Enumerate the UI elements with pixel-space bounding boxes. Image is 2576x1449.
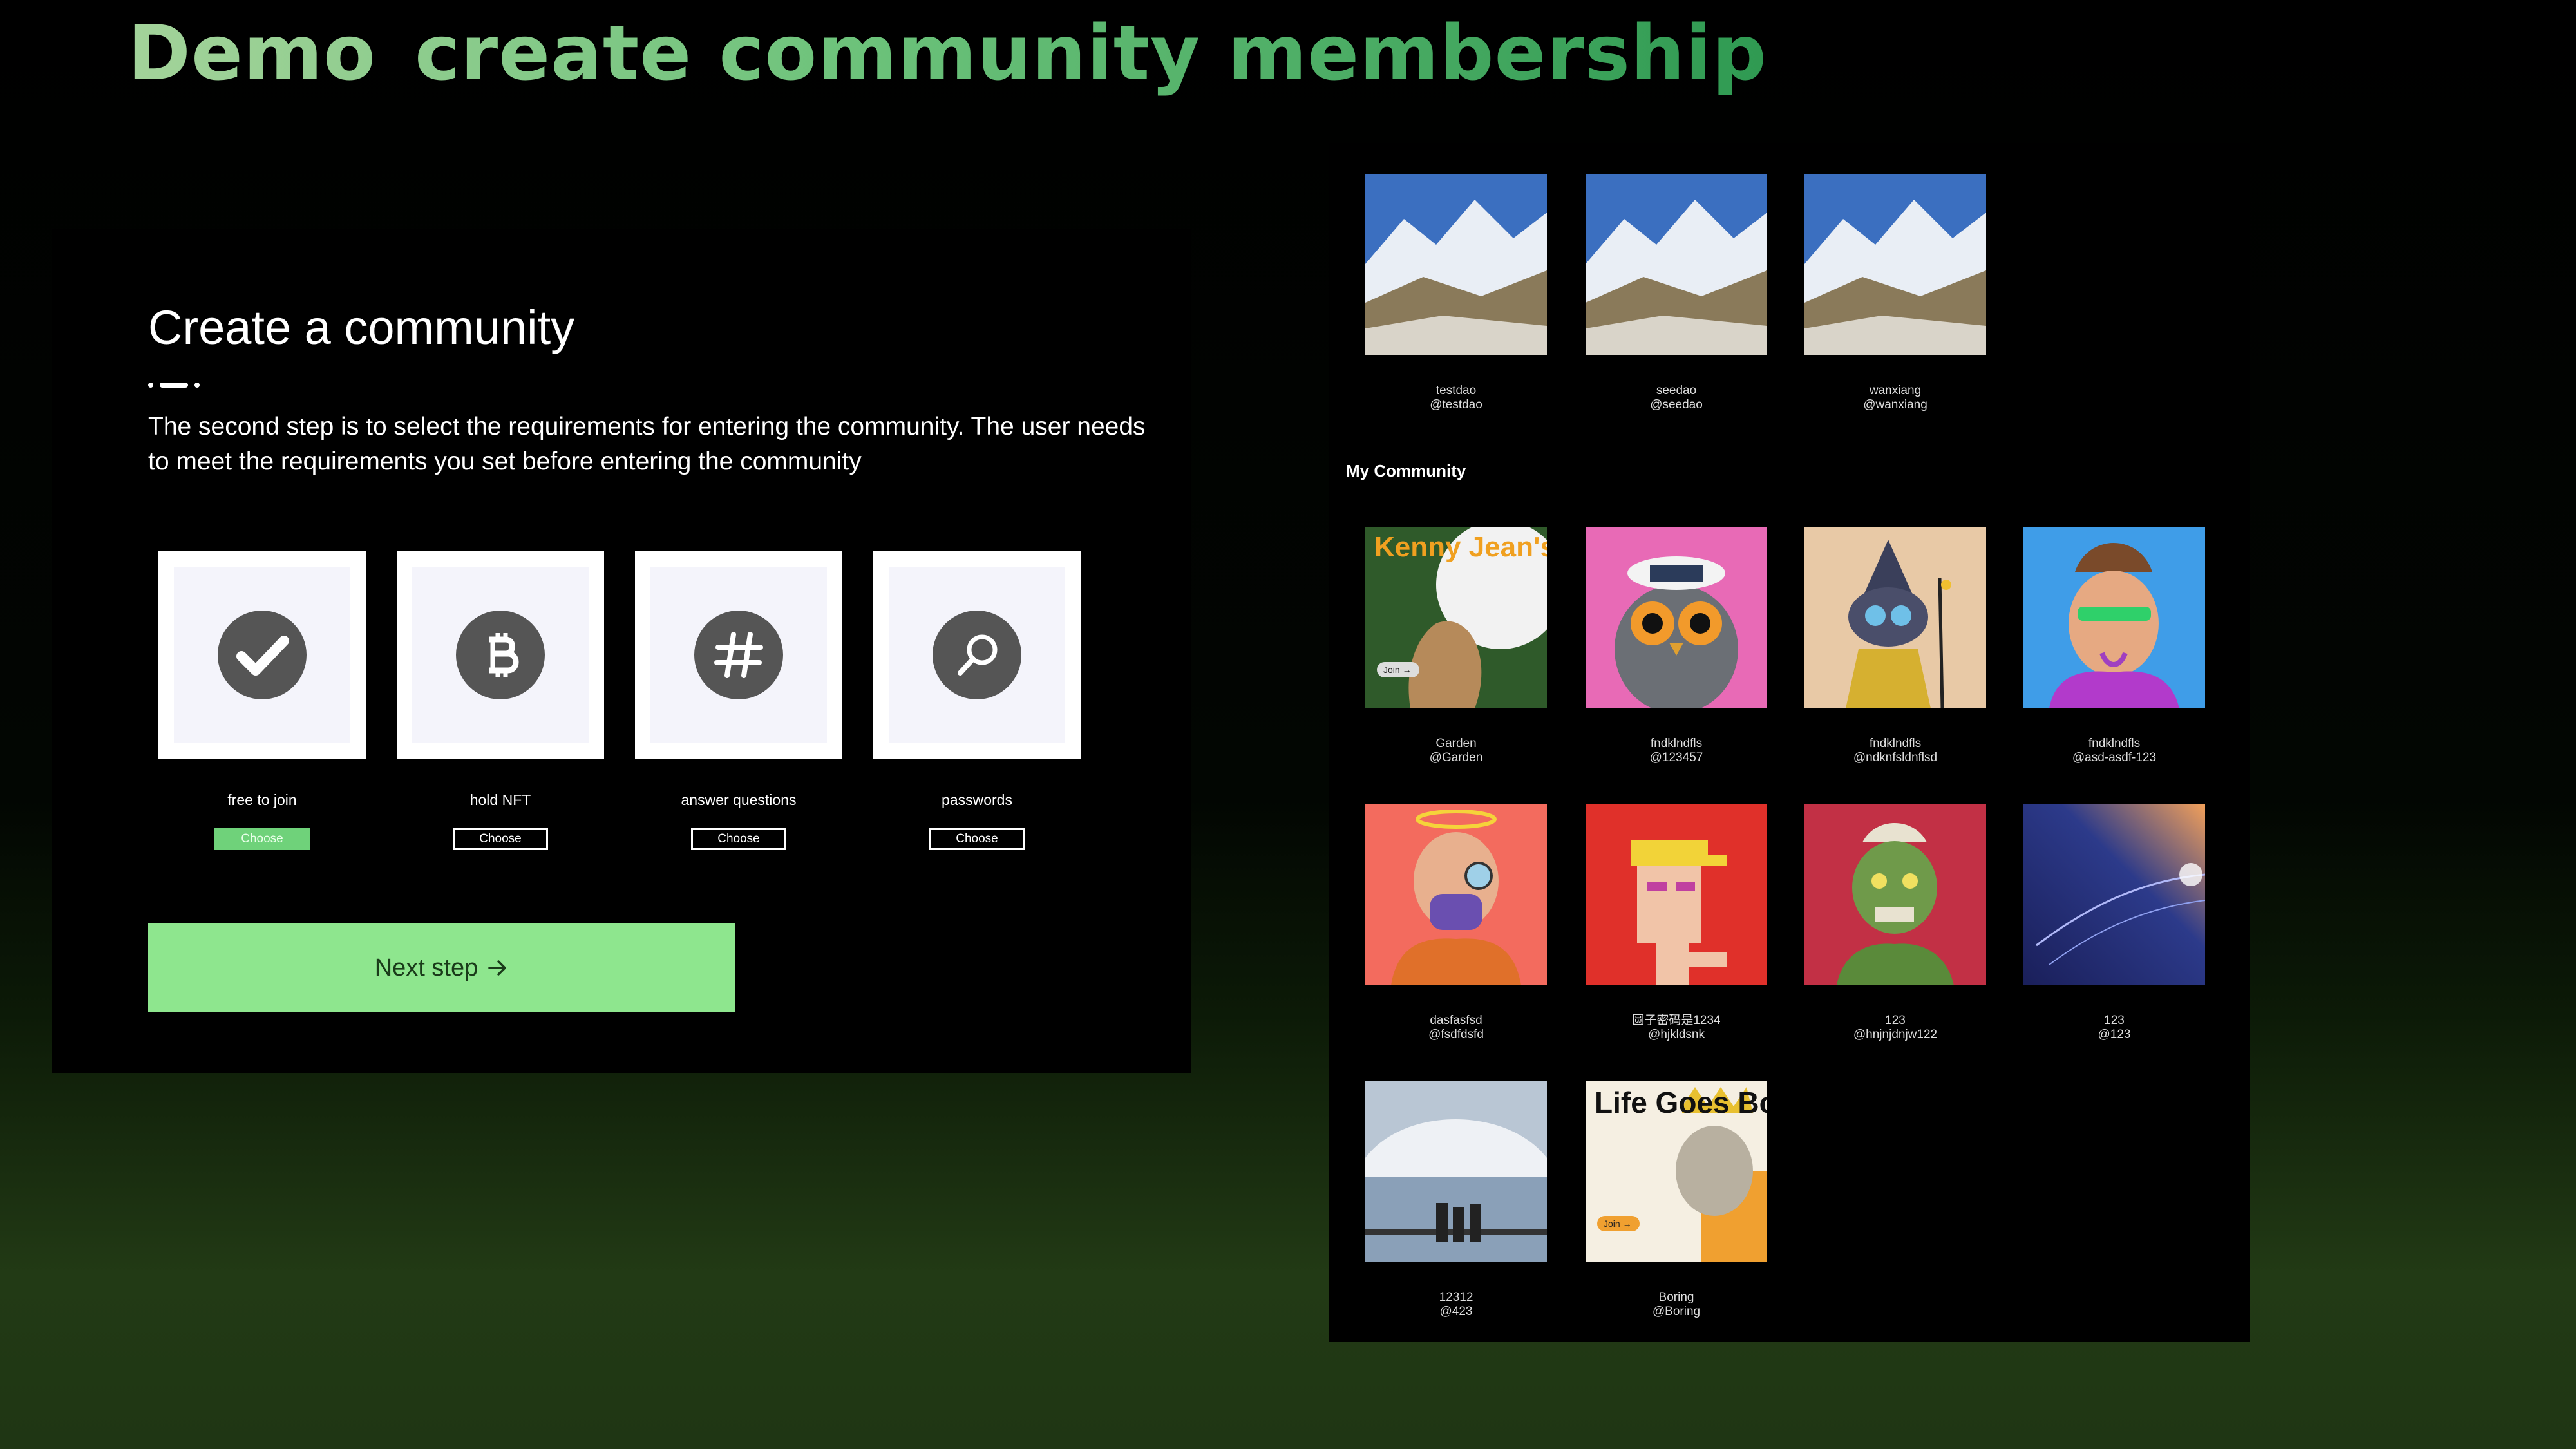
check-icon — [236, 636, 289, 676]
community-avatar[interactable] — [1365, 1081, 1547, 1262]
option-label: passwords — [942, 791, 1012, 808]
community-card[interactable]: 12312 @423 — [1365, 1081, 1547, 1319]
community-handle: @Garden — [1429, 751, 1483, 764]
community-handle: @hnjnjdnjw122 — [1853, 1028, 1938, 1041]
option-label: free to join — [227, 791, 297, 808]
option-free-to-join[interactable]: free to join Choose — [158, 551, 366, 850]
option-label: hold NFT — [469, 791, 531, 808]
community-avatar[interactable]: Life Goes Boring Join → — [1586, 1081, 1767, 1262]
choose-hold-nft-button[interactable]: Choose — [453, 828, 548, 850]
community-name: fndklndfls — [1650, 737, 1703, 750]
community-card[interactable]: seedao @seedao — [1586, 174, 1767, 412]
community-handle: @wanxiang — [1863, 398, 1927, 412]
garden-art-text: Kenny Jean's Garden — [1374, 531, 1547, 563]
option-answer-questions[interactable]: answer questions Choose — [635, 551, 842, 850]
community-avatar[interactable]: Kenny Jean's Garden Join → — [1365, 527, 1547, 708]
community-name: 123 — [2104, 1014, 2125, 1027]
community-name: 圆子密码是1234 — [1632, 1014, 1721, 1027]
page-title: Demo create community membership — [128, 8, 1767, 97]
community-avatar[interactable] — [1804, 804, 1986, 985]
option-label: answer questions — [681, 791, 797, 808]
community-handle: @seedao — [1650, 398, 1703, 412]
hashtag-icon — [714, 632, 763, 678]
community-avatar[interactable] — [1586, 804, 1767, 985]
option-hold-nft[interactable]: hold NFT Choose — [397, 551, 604, 850]
boring-art-text: Life Goes Boring — [1595, 1086, 1767, 1119]
community-avatar[interactable] — [1586, 527, 1767, 708]
community-name: testdao — [1435, 384, 1477, 397]
community-name: dasfasfsd — [1430, 1014, 1482, 1027]
community-name: fndklndfls — [2088, 737, 2141, 750]
community-card[interactable]: wanxiang @wanxiang — [1804, 174, 1986, 412]
step-indicator — [148, 383, 206, 388]
community-handle: @123457 — [1649, 751, 1703, 764]
community-handle: @ndknfsldnflsd — [1853, 751, 1938, 764]
community-handle: @fsdfdsfd — [1428, 1028, 1484, 1041]
search-icon — [958, 634, 998, 676]
boring-join-label: Join → — [1604, 1218, 1632, 1229]
option-tile[interactable] — [873, 551, 1081, 759]
bitcoin-icon — [489, 633, 519, 677]
create-community-panel: Create a community The second step is to… — [52, 229, 1191, 1073]
community-handle: @423 — [1439, 1305, 1473, 1318]
community-card[interactable]: testdao @testdao — [1365, 174, 1547, 412]
panel-heading: Create a community — [148, 301, 575, 354]
arrow-right-icon — [488, 960, 507, 976]
community-card[interactable]: 123 @hnjnjdnjw122 — [1804, 804, 1986, 1042]
next-step-button[interactable]: Next step — [148, 923, 735, 1012]
community-handle: @testdao — [1430, 398, 1482, 412]
community-handle: @hjkldsnk — [1648, 1028, 1705, 1041]
community-name: Garden — [1435, 737, 1477, 750]
community-handle: @Boring — [1652, 1305, 1701, 1318]
option-tile[interactable] — [635, 551, 842, 759]
option-tile[interactable] — [158, 551, 366, 759]
community-card[interactable]: fndklndfls @123457 — [1586, 527, 1767, 765]
community-name: seedao — [1656, 384, 1697, 397]
community-handle: @asd-asdf-123 — [2072, 751, 2157, 764]
community-name: wanxiang — [1869, 384, 1922, 397]
community-list-panel: testdao @testdao seedao @seedao wanxiang… — [1329, 143, 2250, 1342]
option-tile[interactable] — [397, 551, 604, 759]
community-card[interactable]: dasfasfsd @fsdfdsfd — [1365, 804, 1547, 1042]
option-passwords[interactable]: passwords Choose — [873, 551, 1081, 850]
my-community-heading: My Community — [1346, 461, 1466, 480]
community-card[interactable]: Kenny Jean's Garden Join → Garden @Garde… — [1365, 527, 1547, 765]
community-name: 12312 — [1439, 1291, 1473, 1304]
community-avatar[interactable] — [1804, 527, 1986, 708]
community-avatar[interactable] — [1365, 804, 1547, 985]
community-name: Boring — [1658, 1291, 1694, 1304]
panel-description: The second step is to select the require… — [148, 413, 1146, 475]
community-avatar[interactable] — [1365, 174, 1547, 355]
choose-answer-questions-button[interactable]: Choose — [691, 828, 786, 850]
community-name: 123 — [1885, 1014, 1906, 1027]
community-avatar[interactable] — [1586, 174, 1767, 355]
next-step-label: Next step — [374, 954, 478, 981]
community-card[interactable]: fndklndfls @asd-asdf-123 — [2023, 527, 2205, 765]
community-name: fndklndfls — [1869, 737, 1922, 750]
community-card[interactable]: 123 @123 — [2023, 804, 2205, 1042]
community-handle: @123 — [2098, 1028, 2131, 1041]
community-avatar[interactable] — [1804, 174, 1986, 355]
community-avatar[interactable] — [2023, 804, 2205, 985]
community-card[interactable]: fndklndfls @ndknfsldnflsd — [1804, 527, 1986, 765]
choose-passwords-button[interactable]: Choose — [929, 828, 1025, 850]
choose-free-to-join-button[interactable]: Choose — [214, 828, 310, 850]
community-avatar[interactable] — [2023, 527, 2205, 708]
community-card[interactable]: 圆子密码是1234 @hjkldsnk — [1586, 804, 1767, 1042]
garden-join-label: Join → — [1383, 665, 1412, 675]
community-card[interactable]: Life Goes Boring Join → Boring @Boring — [1586, 1081, 1767, 1319]
